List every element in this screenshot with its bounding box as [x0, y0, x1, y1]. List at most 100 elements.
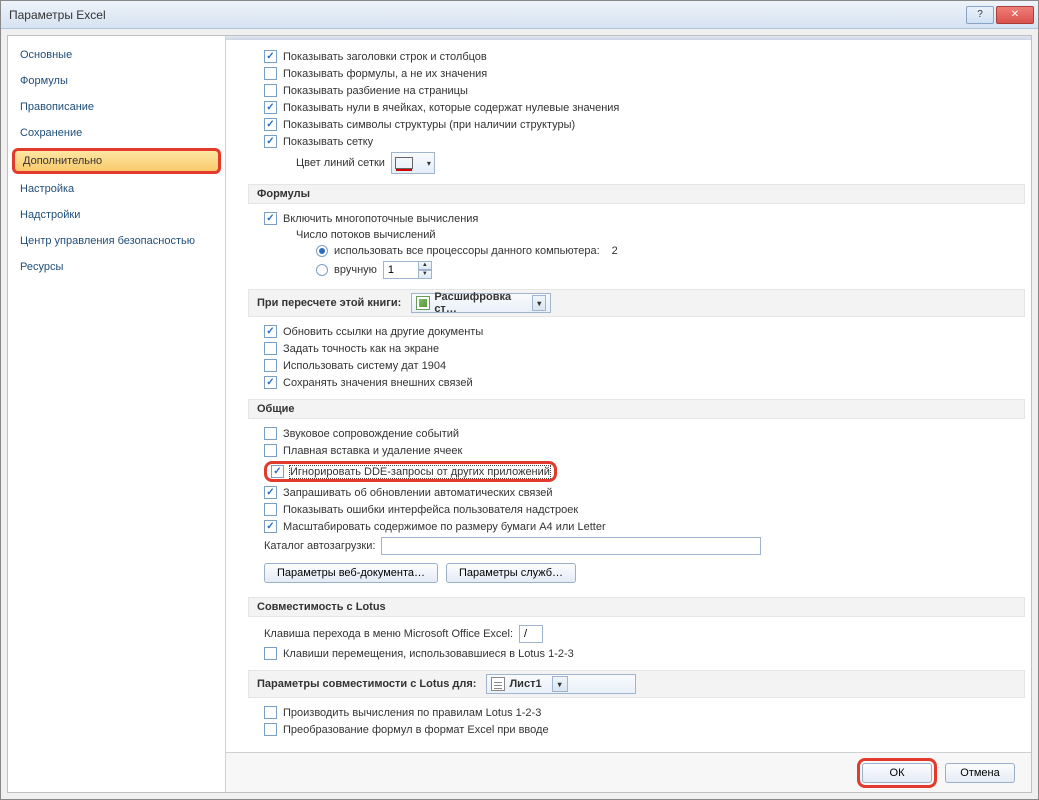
label: Сохранять значения внешних связей	[283, 377, 473, 389]
checkbox[interactable]	[264, 647, 277, 660]
label: вручную	[334, 264, 377, 276]
sheet-icon	[491, 677, 505, 691]
label: При пересчете этой книги:	[257, 297, 401, 309]
checkbox[interactable]	[264, 486, 277, 499]
checkbox[interactable]	[264, 325, 277, 338]
opt-page-breaks: Показывать разбиение на страницы	[248, 82, 1025, 99]
checkbox[interactable]	[264, 118, 277, 131]
processor-count: 2	[612, 245, 618, 257]
thread-spinner: ▲ ▼	[383, 261, 432, 279]
titlebar: Параметры Excel ? ✕	[1, 1, 1038, 29]
color-swatch-icon	[395, 157, 413, 169]
label: Обновить ссылки на другие документы	[283, 326, 483, 338]
nav-general[interactable]: Основные	[8, 42, 225, 68]
nav-resources[interactable]: Ресурсы	[8, 254, 225, 280]
grid-color-picker[interactable]: ▾	[391, 152, 435, 174]
section-lotus-compat: Параметры совместимости с Lotus для: Лис…	[248, 670, 1025, 698]
checkbox[interactable]	[264, 135, 277, 148]
advanced-panel[interactable]: Показывать заголовки строк и столбцов По…	[226, 40, 1031, 752]
opt-precision: Задать точность как на экране	[248, 340, 1025, 357]
label: Задать точность как на экране	[283, 343, 439, 355]
checkbox[interactable]	[264, 67, 277, 80]
sheet-selector[interactable]: Лист1 ▾	[486, 674, 636, 694]
web-options-button[interactable]: Параметры веб-документа…	[264, 563, 438, 583]
checkbox[interactable]	[264, 50, 277, 63]
excel-options-dialog: Параметры Excel ? ✕ Основные Формулы Пра…	[0, 0, 1039, 800]
checkbox[interactable]	[264, 503, 277, 516]
checkbox[interactable]	[264, 359, 277, 372]
chevron-down-icon: ▾	[552, 676, 568, 692]
label: Показывать разбиение на страницы	[283, 85, 468, 97]
spin-up[interactable]: ▲	[418, 261, 432, 270]
opt-save-external: Сохранять значения внешних связей	[248, 374, 1025, 391]
service-options-button[interactable]: Параметры служб…	[446, 563, 576, 583]
workbook-selector[interactable]: Расшифровка ст… ▾	[411, 293, 551, 313]
checkbox[interactable]	[264, 342, 277, 355]
checkbox[interactable]	[264, 520, 277, 533]
category-nav: Основные Формулы Правописание Сохранение…	[8, 36, 226, 792]
startup-folder-input[interactable]	[381, 537, 761, 555]
label: Каталог автозагрузки:	[264, 540, 375, 552]
nav-trust-center[interactable]: Центр управления безопасностью	[8, 228, 225, 254]
opt-outline-symbols: Показывать символы структуры (при наличи…	[248, 116, 1025, 133]
label: Цвет линий сетки	[296, 157, 385, 169]
lotus-menu-key-row: Клавиша перехода в меню Microsoft Office…	[248, 623, 1025, 645]
grid-color-row: Цвет линий сетки ▾	[248, 150, 1025, 176]
nav-save[interactable]: Сохранение	[8, 120, 225, 146]
checkbox[interactable]	[264, 723, 277, 736]
checkbox[interactable]	[264, 376, 277, 389]
startup-folder-row: Каталог автозагрузки:	[248, 535, 1025, 557]
checkbox[interactable]	[264, 706, 277, 719]
radio[interactable]	[316, 245, 328, 257]
window-title: Параметры Excel	[9, 8, 966, 22]
spin-down[interactable]: ▼	[418, 270, 432, 279]
label: Включить многопоточные вычисления	[283, 213, 478, 225]
opt-smooth-insert: Плавная вставка и удаление ячеек	[248, 442, 1025, 459]
label: Показывать сетку	[283, 136, 373, 148]
opt-show-zeros: Показывать нули в ячейках, которые содер…	[248, 99, 1025, 116]
label: Преобразование формул в формат Excel при…	[283, 724, 549, 736]
menu-key-input[interactable]	[519, 625, 543, 643]
help-button[interactable]: ?	[966, 6, 994, 24]
nav-formulas[interactable]: Формулы	[8, 68, 225, 94]
ok-button[interactable]: ОК	[862, 763, 932, 783]
nav-proofing[interactable]: Правописание	[8, 94, 225, 120]
label: Показывать формулы, а не их значения	[283, 68, 487, 80]
checkbox[interactable]	[264, 427, 277, 440]
checkbox[interactable]	[271, 465, 284, 478]
label: Производить вычисления по правилам Lotus…	[283, 707, 541, 719]
opt-date1904: Использовать систему дат 1904	[248, 357, 1025, 374]
nav-customize[interactable]: Настройка	[8, 176, 225, 202]
opt-gridlines: Показывать сетку	[248, 133, 1025, 150]
sheet-name: Лист1	[509, 678, 541, 690]
radio[interactable]	[316, 264, 328, 276]
label: Клавиша перехода в меню Microsoft Office…	[264, 628, 513, 640]
opt-show-headers: Показывать заголовки строк и столбцов	[248, 48, 1025, 65]
ok-highlight: ОК	[857, 758, 937, 788]
cancel-button[interactable]: Отмена	[945, 763, 1015, 783]
window-controls: ? ✕	[966, 6, 1034, 24]
opt-sound: Звуковое сопровождение событий	[248, 425, 1025, 442]
nav-addins[interactable]: Надстройки	[8, 202, 225, 228]
general-buttons: Параметры веб-документа… Параметры служб…	[248, 557, 1025, 589]
checkbox[interactable]	[264, 212, 277, 225]
section-general: Общие	[248, 399, 1025, 419]
label: Плавная вставка и удаление ячеек	[283, 445, 462, 457]
dialog-footer: ОК Отмена	[226, 752, 1031, 792]
checkbox[interactable]	[264, 101, 277, 114]
label: Звуковое сопровождение событий	[283, 428, 459, 440]
checkbox[interactable]	[264, 84, 277, 97]
opt-auto-links: Запрашивать об обновлении автоматических…	[248, 484, 1025, 501]
label: Использовать систему дат 1904	[283, 360, 446, 372]
close-button[interactable]: ✕	[996, 6, 1034, 24]
nav-advanced[interactable]: Дополнительно	[12, 148, 221, 174]
section-formulas: Формулы	[248, 184, 1025, 204]
checkbox[interactable]	[264, 444, 277, 457]
chevron-down-icon: ▾	[532, 295, 546, 311]
opt-multithreaded: Включить многопоточные вычисления	[248, 210, 1025, 227]
label: Игнорировать DDE-запросы от других прило…	[290, 466, 550, 478]
label: Показывать заголовки строк и столбцов	[283, 51, 487, 63]
thread-count-input[interactable]	[383, 261, 419, 279]
section-recalc: При пересчете этой книги: Расшифровка ст…	[248, 289, 1025, 317]
opt-addin-errors: Показывать ошибки интерфейса пользовател…	[248, 501, 1025, 518]
